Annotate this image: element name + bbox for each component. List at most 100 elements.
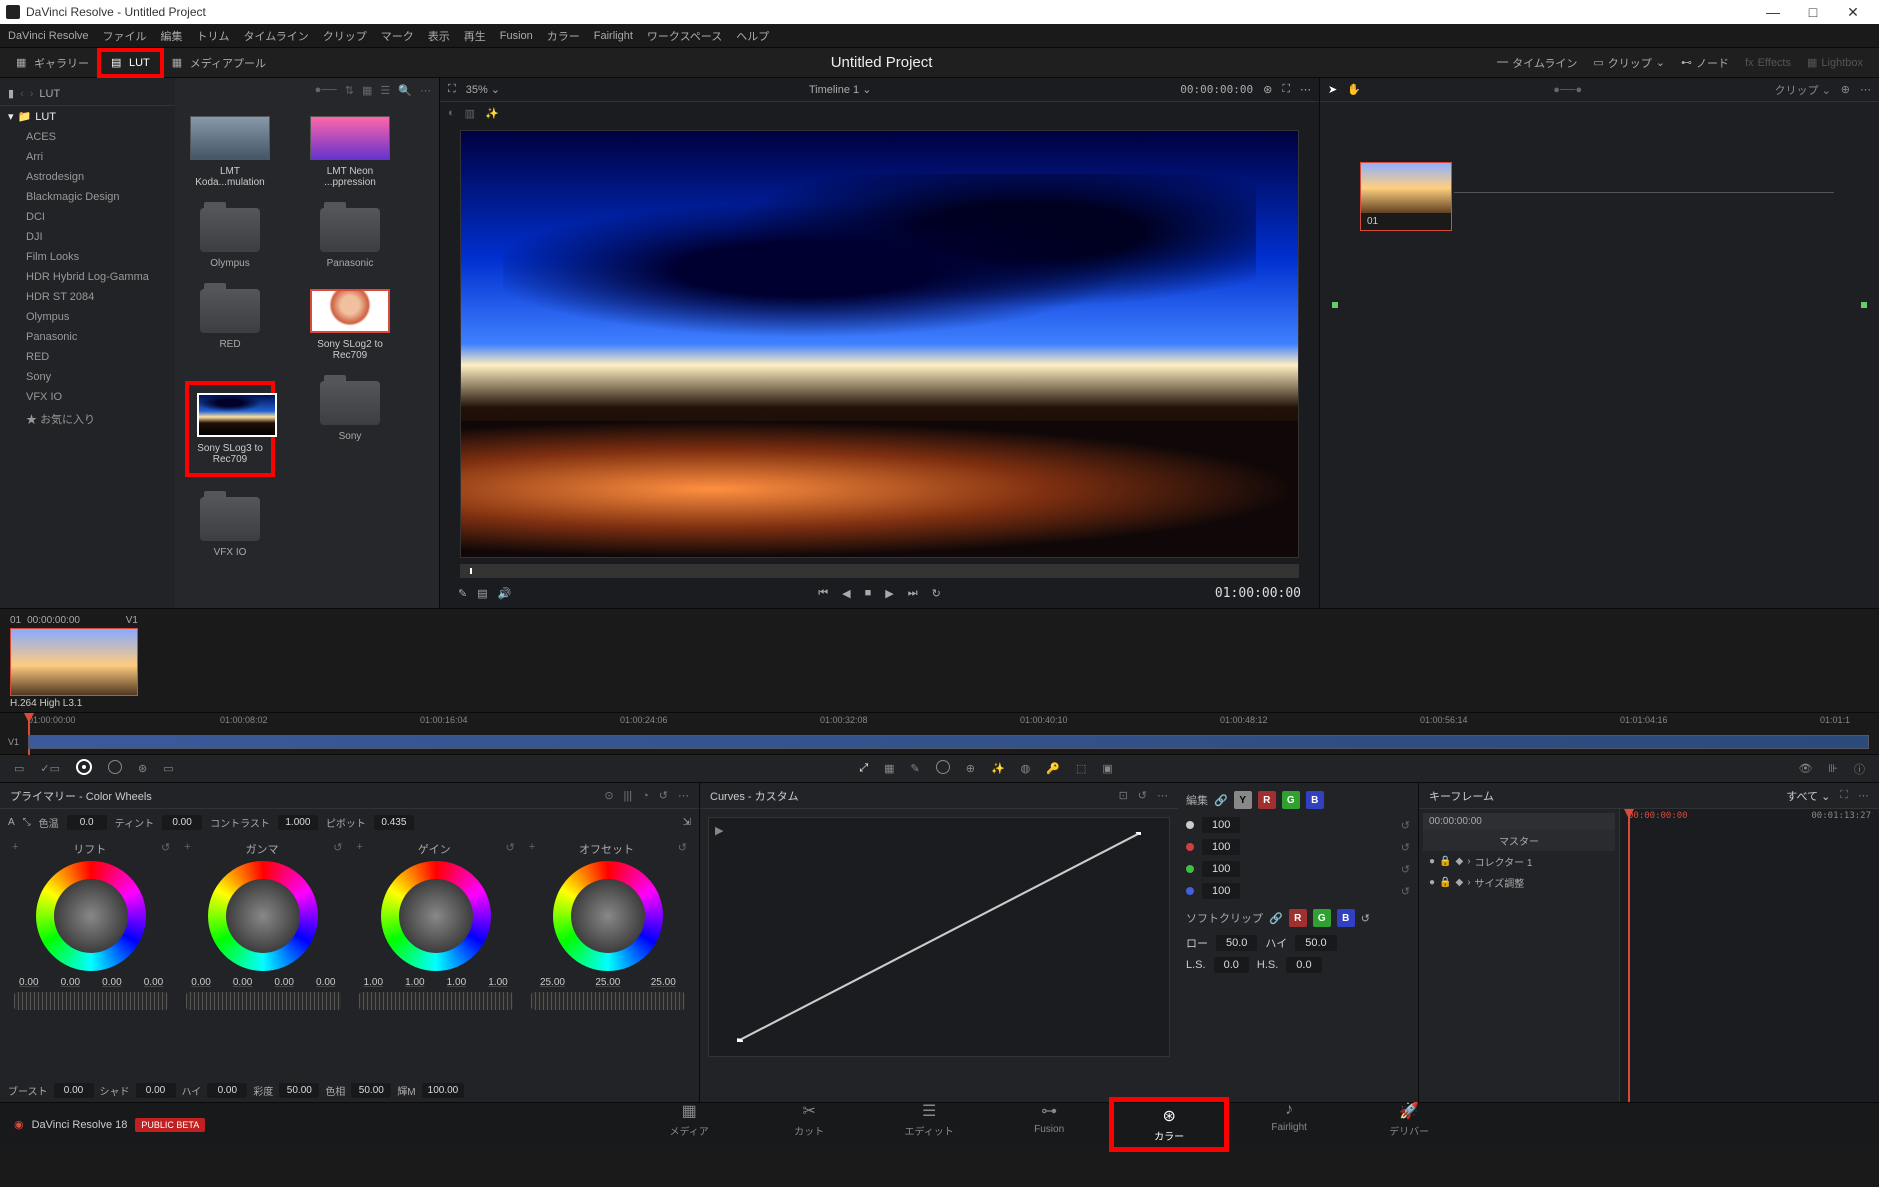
color-icon[interactable]: ⊛ xyxy=(1263,83,1272,96)
menu-item[interactable]: ワークスペース xyxy=(647,28,722,44)
layers-icon[interactable]: ▤ xyxy=(477,587,487,600)
menu-item[interactable]: タイムライン xyxy=(244,28,309,44)
timeline-name[interactable]: Timeline 1 ⌄ xyxy=(809,83,872,96)
split-icon[interactable]: ▥ xyxy=(465,107,475,120)
more-icon[interactable]: ⋯ xyxy=(1858,789,1869,802)
highlight-icon[interactable]: ◐ xyxy=(448,107,455,119)
menu-item[interactable]: Fairlight xyxy=(594,30,633,42)
node-canvas[interactable]: 01 xyxy=(1320,102,1879,602)
lum-value[interactable]: 100.00 xyxy=(422,1083,465,1098)
color-wheel[interactable] xyxy=(553,861,663,971)
fit-icon[interactable]: ⛶ xyxy=(448,83,456,96)
sc-b-button[interactable]: B xyxy=(1337,909,1355,927)
menu-item[interactable]: DaVinci Resolve xyxy=(8,30,89,42)
key-icon[interactable]: 🔑 xyxy=(1046,762,1060,775)
expand-icon[interactable]: ⛶ xyxy=(1840,789,1848,802)
curves-icon[interactable]: ⤢ xyxy=(859,762,868,775)
boost-value[interactable]: 0.00 xyxy=(54,1083,94,1098)
hdr-icon[interactable] xyxy=(108,760,122,777)
timeline-button[interactable]: ⎯⎯タイムライン xyxy=(1489,52,1585,74)
lut-folder[interactable]: Olympus xyxy=(0,307,175,327)
temp-value[interactable]: 0.0 xyxy=(67,815,107,830)
sizing-icon[interactable]: ⬚ xyxy=(1076,762,1086,775)
color-wheel[interactable] xyxy=(208,861,318,971)
play-icon[interactable]: ▶ xyxy=(885,587,893,600)
loop-icon[interactable]: ↻ xyxy=(932,587,941,600)
window-icon[interactable] xyxy=(936,760,950,777)
node-01[interactable]: 01 xyxy=(1360,162,1452,231)
clip-thumb[interactable]: 0100:00:00:00V1 H.264 High L3.1 xyxy=(10,615,138,706)
lut-folder-item[interactable]: Olympus xyxy=(185,208,275,269)
more-icon[interactable]: ⋯ xyxy=(1860,83,1871,96)
zoom-value[interactable]: 35% ⌄ xyxy=(466,83,500,96)
nav-back-icon[interactable]: ‹ xyxy=(20,88,24,100)
lut-folder[interactable]: VFX IO xyxy=(0,387,175,407)
lut-button[interactable]: ▤LUT xyxy=(97,48,164,78)
lock-icon[interactable]: 🔒 xyxy=(1439,856,1451,867)
link-icon[interactable]: 🔗 xyxy=(1269,912,1283,925)
zoom-icon[interactable]: ⊕ xyxy=(1841,83,1850,96)
hue-value[interactable]: 50.00 xyxy=(351,1083,391,1098)
timecode[interactable]: 00:00:00:00 xyxy=(1180,83,1253,96)
viewer-image[interactable] xyxy=(460,130,1299,558)
lut-folder-item[interactable]: VFX IO xyxy=(185,497,275,558)
lut-folder[interactable]: Astrodesign xyxy=(0,167,175,187)
more-icon[interactable]: ⋯ xyxy=(1300,83,1311,96)
lut-folder[interactable]: ACES xyxy=(0,127,175,147)
page-fusion[interactable]: ⊶Fusion xyxy=(989,1097,1109,1152)
mediapool-button[interactable]: ▦メディアプール xyxy=(164,52,274,74)
lut-folder[interactable]: HDR ST 2084 xyxy=(0,287,175,307)
window-minimize-icon[interactable]: — xyxy=(1753,4,1793,20)
color-wheel[interactable] xyxy=(36,861,146,971)
reset-icon[interactable]: ↺ xyxy=(161,841,170,857)
lut-favorites[interactable]: ★ お気に入り xyxy=(0,407,175,431)
nav-fwd-icon[interactable]: › xyxy=(30,88,34,100)
lut-folder[interactable]: Arri xyxy=(0,147,175,167)
curve-canvas[interactable]: ▶ xyxy=(708,817,1170,1057)
pointer-icon[interactable]: ➤ xyxy=(1328,83,1337,96)
wheels-mode-icon[interactable]: ⊙ xyxy=(604,789,613,802)
expand-icon[interactable]: ⛶ xyxy=(1282,83,1290,96)
auto-icon[interactable]: A xyxy=(8,817,15,828)
plus-icon[interactable]: + xyxy=(12,841,18,857)
node-button[interactable]: ⊷ノード xyxy=(1673,52,1737,74)
lut-folder-item[interactable]: Sony xyxy=(305,381,395,477)
qualifier-icon[interactable]: ✎ xyxy=(911,762,920,775)
slider-icon[interactable]: ●── xyxy=(315,84,337,96)
lut-folder[interactable]: RED xyxy=(0,347,175,367)
reset-icon[interactable]: ↺ xyxy=(1401,819,1410,832)
prev-clip-icon[interactable]: ⏮ xyxy=(818,587,828,600)
color-match-icon[interactable]: ✓▭ xyxy=(40,762,60,775)
lut-folder[interactable]: Film Looks xyxy=(0,247,175,267)
lightbox-button[interactable]: ▦Lightbox xyxy=(1799,53,1871,72)
window-maximize-icon[interactable]: □ xyxy=(1793,4,1833,20)
timeline-clip[interactable] xyxy=(28,735,1869,749)
wand-icon[interactable]: ✨ xyxy=(485,107,499,120)
lut-root[interactable]: ▾📁LUT xyxy=(0,106,175,127)
link-icon[interactable]: 🔗 xyxy=(1214,794,1228,807)
page-color[interactable]: ⊛カラー xyxy=(1109,1097,1229,1152)
search-icon[interactable]: 🔍 xyxy=(398,84,412,97)
step-back-icon[interactable]: ◀ xyxy=(842,587,850,600)
tint-value[interactable]: 0.00 xyxy=(162,815,202,830)
master-dial[interactable] xyxy=(14,992,168,1010)
page-edit[interactable]: ☰エディット xyxy=(869,1097,989,1152)
hand-icon[interactable]: ✋ xyxy=(1347,83,1361,96)
sat-value[interactable]: 50.00 xyxy=(279,1083,319,1098)
master-dial[interactable] xyxy=(359,992,513,1010)
lut-folder[interactable]: Blackmagic Design xyxy=(0,187,175,207)
master-dial[interactable] xyxy=(186,992,340,1010)
color-wheels-icon[interactable] xyxy=(76,759,92,778)
3d-icon[interactable]: ▣ xyxy=(1102,762,1112,775)
lut-folder-item[interactable]: Panasonic xyxy=(305,208,395,269)
page-cut[interactable]: ✂カット xyxy=(749,1097,869,1152)
mini-timeline[interactable]: 01:00:00:00 01:00:08:02 01:00:16:04 01:0… xyxy=(0,712,1879,754)
keyframe-timeline[interactable]: 00:00:00:00 00:01:13:27 xyxy=(1619,809,1879,1102)
menu-item[interactable]: 再生 xyxy=(464,28,486,44)
pivot-value[interactable]: 0.435 xyxy=(374,815,414,830)
camera-raw-icon[interactable]: ▭ xyxy=(14,762,24,775)
next-clip-icon[interactable]: ⏭ xyxy=(908,587,918,600)
stop-icon[interactable]: ■ xyxy=(865,587,872,599)
blur-icon[interactable]: ◍ xyxy=(1021,762,1031,775)
lut-folder[interactable]: Panasonic xyxy=(0,327,175,347)
